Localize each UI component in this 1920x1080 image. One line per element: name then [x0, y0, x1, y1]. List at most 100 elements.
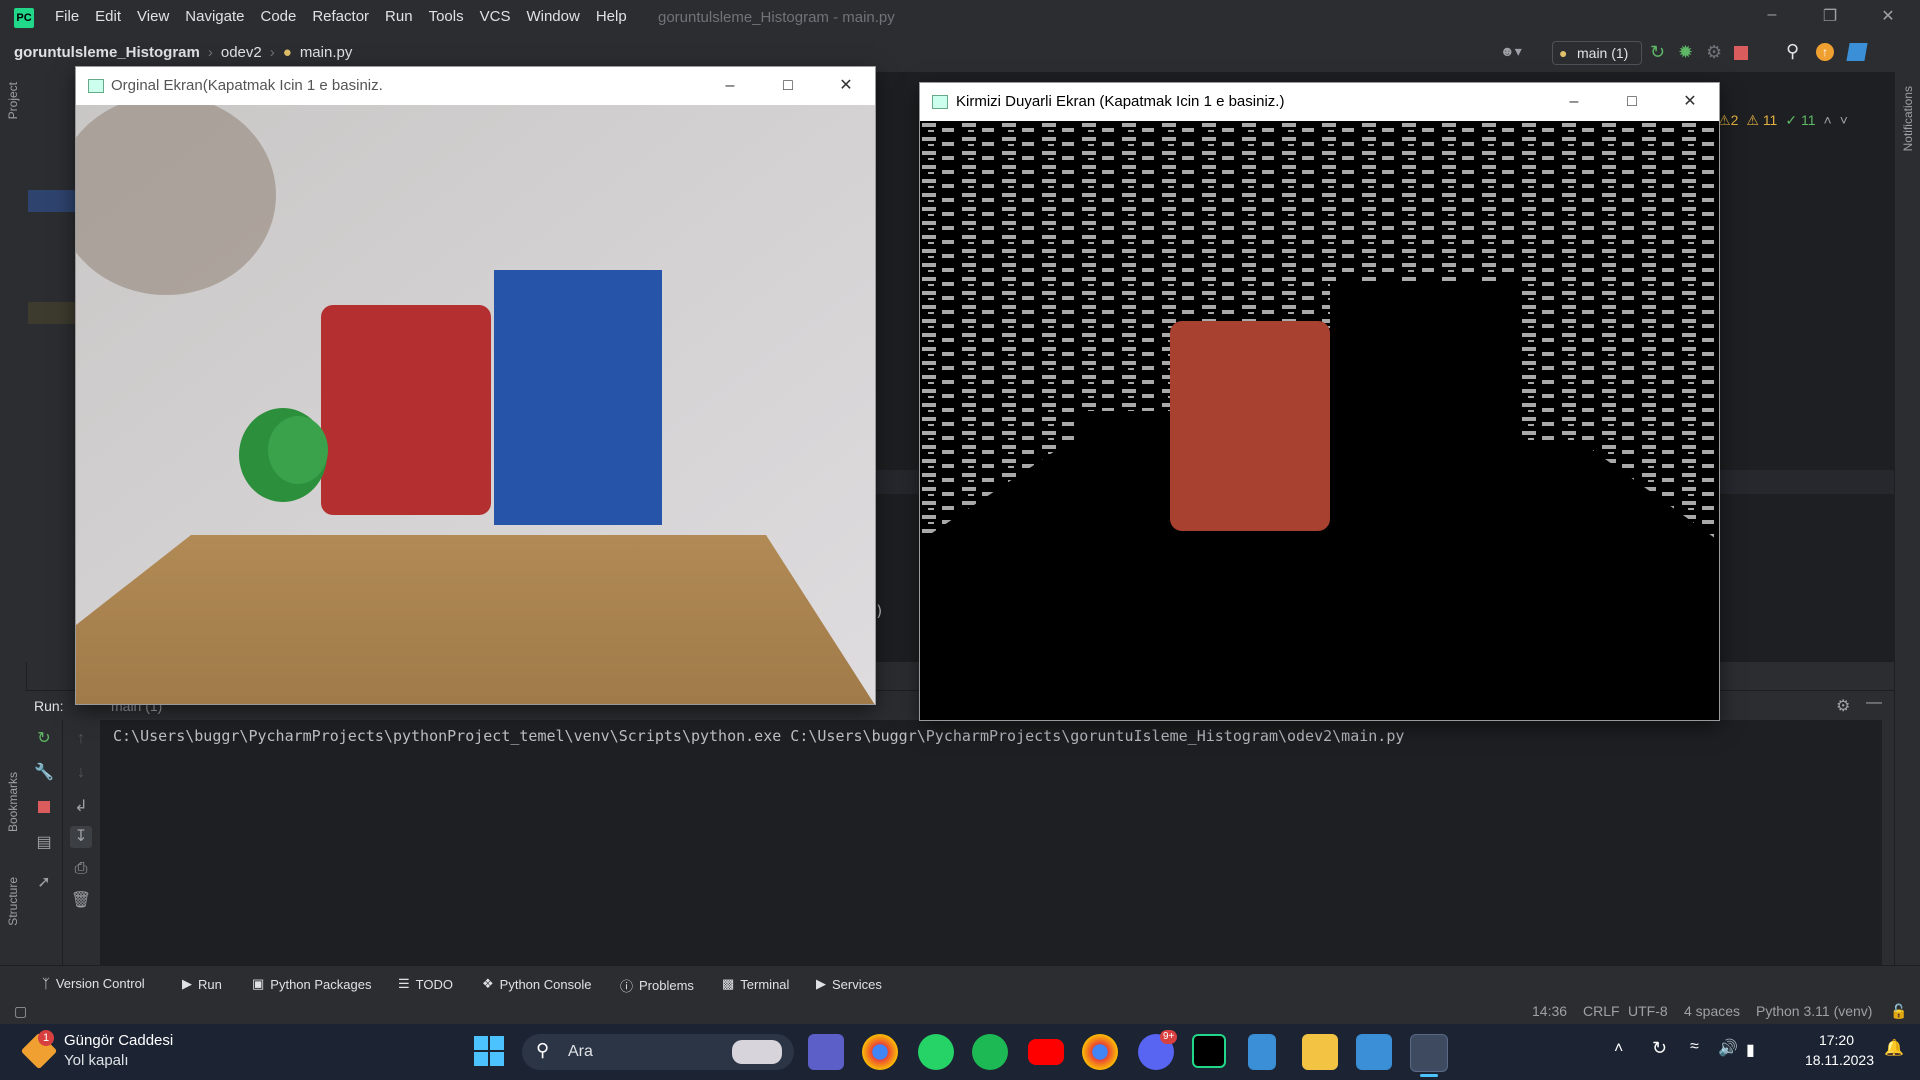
- hide-icon[interactable]: —: [1866, 694, 1882, 712]
- python-interpreter[interactable]: Python 3.11 (venv): [1756, 1003, 1872, 1019]
- wifi-icon[interactable]: ≈: [1690, 1038, 1699, 1056]
- camera-frame-red-mask: [920, 121, 1719, 720]
- menu-edit[interactable]: Edit: [95, 8, 121, 25]
- trash-icon[interactable]: 🗑: [70, 890, 92, 912]
- pin-icon[interactable]: ➚: [33, 872, 55, 894]
- layout-icon[interactable]: ▤: [33, 832, 55, 854]
- square-icon[interactable]: ▢: [14, 1003, 27, 1020]
- stop-icon[interactable]: [1734, 46, 1748, 60]
- arrow-down-icon[interactable]: ↓: [70, 762, 92, 784]
- scroll-to-end-icon[interactable]: ↧: [70, 826, 92, 848]
- news-title[interactable]: Güngör Caddesi: [64, 1032, 173, 1049]
- maximize-icon[interactable]: □: [759, 67, 817, 105]
- menu-view[interactable]: View: [137, 8, 169, 25]
- soft-wrap-icon[interactable]: ↲: [70, 796, 92, 818]
- breadcrumb-project[interactable]: goruntulsleme_Histogram: [14, 44, 200, 61]
- tab-problems[interactable]: ⓘ Problems: [620, 976, 694, 995]
- tab-todo[interactable]: ☰ TODO: [398, 976, 453, 992]
- console-output[interactable]: C:\Users\buggr\PycharmProjects\pythonPro…: [100, 720, 1882, 965]
- lock-icon[interactable]: 🔓: [1890, 1003, 1907, 1020]
- rerun-icon[interactable]: ↻: [1650, 42, 1665, 63]
- original-image-window[interactable]: Orginal Ekran(Kapatmak Icin 1 e basiniz.…: [75, 66, 876, 705]
- menu-code[interactable]: Code: [260, 8, 296, 25]
- battery-icon[interactable]: ▮: [1746, 1040, 1755, 1060]
- original-window-titlebar[interactable]: Orginal Ekran(Kapatmak Icin 1 e basiniz.…: [76, 67, 875, 105]
- gear-icon[interactable]: ⚙: [1836, 696, 1850, 716]
- restore-icon[interactable]: ❐: [1818, 6, 1842, 26]
- wrench-icon[interactable]: 🔧: [33, 762, 55, 784]
- stop-icon[interactable]: [38, 801, 50, 813]
- user-icon[interactable]: ☻▾: [1500, 43, 1522, 60]
- tab-python-packages[interactable]: ▣ Python Packages: [252, 976, 371, 992]
- coverage-icon[interactable]: ⚙: [1706, 42, 1722, 63]
- notepad-icon[interactable]: [1248, 1034, 1276, 1070]
- menu-refactor[interactable]: Refactor: [312, 8, 369, 25]
- close-icon[interactable]: ✕: [1661, 83, 1719, 121]
- debug-icon[interactable]: ✹: [1678, 42, 1693, 63]
- indent-setting[interactable]: 4 spaces: [1684, 1003, 1740, 1019]
- tab-version-control[interactable]: ᛉ Version Control: [42, 976, 145, 991]
- caret-position[interactable]: 14:36: [1532, 1003, 1567, 1019]
- chevron-up-icon[interactable]: ˄: [1824, 112, 1832, 129]
- whatsapp-icon[interactable]: [918, 1034, 954, 1070]
- jetbrains-ai-icon[interactable]: [1846, 43, 1868, 61]
- notifications-tool-label[interactable]: Notifications: [1901, 86, 1915, 151]
- pycharm-icon[interactable]: [1192, 1034, 1226, 1068]
- file-encoding[interactable]: UTF-8: [1628, 1003, 1668, 1019]
- tree-row[interactable]: [28, 302, 78, 324]
- teams-icon[interactable]: [808, 1034, 844, 1070]
- pycharm-logo-icon[interactable]: PC: [14, 8, 34, 28]
- menu-help[interactable]: Help: [596, 8, 627, 25]
- tab-services[interactable]: ▶ Services: [816, 976, 882, 992]
- project-tool-label[interactable]: Project: [6, 82, 20, 119]
- breadcrumb-file[interactable]: main.py: [300, 44, 353, 61]
- bookmarks-tool-label[interactable]: Bookmarks: [6, 772, 20, 832]
- chevron-down-icon[interactable]: ˅: [1840, 112, 1848, 129]
- arrow-up-icon[interactable]: ↑: [70, 728, 92, 750]
- minimize-icon[interactable]: –: [1760, 6, 1784, 26]
- maximize-icon[interactable]: □: [1603, 83, 1661, 121]
- selected-tree-row[interactable]: [28, 190, 78, 212]
- close-icon[interactable]: ✕: [817, 67, 875, 105]
- close-icon[interactable]: ✕: [1876, 6, 1900, 26]
- error-count: ⚠2: [1718, 112, 1739, 128]
- menu-file[interactable]: File: [55, 8, 79, 25]
- line-separator[interactable]: CRLF: [1583, 1003, 1620, 1019]
- rerun-icon[interactable]: ↻: [33, 728, 55, 750]
- print-icon[interactable]: ⎙: [70, 858, 92, 880]
- structure-tool-label[interactable]: Structure: [6, 877, 20, 926]
- search-icon[interactable]: ⚲: [1786, 41, 1799, 62]
- tab-python-console[interactable]: ❖ Python Console: [482, 976, 591, 992]
- update-icon[interactable]: ↑: [1816, 43, 1834, 61]
- chevron-up-icon[interactable]: ˄: [1614, 1040, 1623, 1058]
- file-explorer-icon[interactable]: [1302, 1034, 1338, 1070]
- breadcrumb-folder[interactable]: odev2: [221, 44, 262, 61]
- volume-icon[interactable]: 🔊: [1718, 1038, 1738, 1058]
- minimize-icon[interactable]: –: [701, 67, 759, 105]
- chrome-icon[interactable]: [862, 1034, 898, 1070]
- tab-terminal[interactable]: ▩ Terminal: [722, 976, 789, 992]
- youtube-icon[interactable]: [1028, 1039, 1064, 1065]
- tab-run[interactable]: ▶ Run: [182, 976, 222, 992]
- menu-window[interactable]: Window: [526, 8, 579, 25]
- notification-bell-icon[interactable]: 🔔: [1884, 1038, 1904, 1058]
- menu-run[interactable]: Run: [385, 8, 413, 25]
- menu-vcs[interactable]: VCS: [480, 8, 511, 25]
- chrome-profile-icon[interactable]: [1082, 1034, 1118, 1070]
- menu-tools[interactable]: Tools: [429, 8, 464, 25]
- run-configuration-select[interactable]: main (1) ●: [1552, 41, 1642, 65]
- inspection-widget[interactable]: ⚠2 ⚠ 11 ✓ 11 ˄ ˅: [1718, 112, 1848, 129]
- photos-icon[interactable]: [1356, 1034, 1392, 1070]
- red-mask-window[interactable]: Kirmizi Duyarli Ekran (Kapatmak Icin 1 e…: [919, 82, 1720, 721]
- news-subtitle[interactable]: Yol kapalı: [64, 1052, 129, 1069]
- taskbar-search[interactable]: ⚲ Ara: [522, 1034, 794, 1070]
- red-window-titlebar[interactable]: Kirmizi Duyarli Ekran (Kapatmak Icin 1 e…: [920, 83, 1719, 121]
- python-window-icon[interactable]: [1410, 1034, 1448, 1072]
- sync-icon[interactable]: ↻: [1652, 1038, 1667, 1059]
- clock-date[interactable]: 18.11.2023: [1794, 1052, 1874, 1068]
- windows-start-icon[interactable]: [474, 1036, 504, 1066]
- clock-time[interactable]: 17:20: [1794, 1032, 1854, 1048]
- spotify-icon[interactable]: [972, 1034, 1008, 1070]
- minimize-icon[interactable]: –: [1545, 83, 1603, 121]
- menu-navigate[interactable]: Navigate: [185, 8, 244, 25]
